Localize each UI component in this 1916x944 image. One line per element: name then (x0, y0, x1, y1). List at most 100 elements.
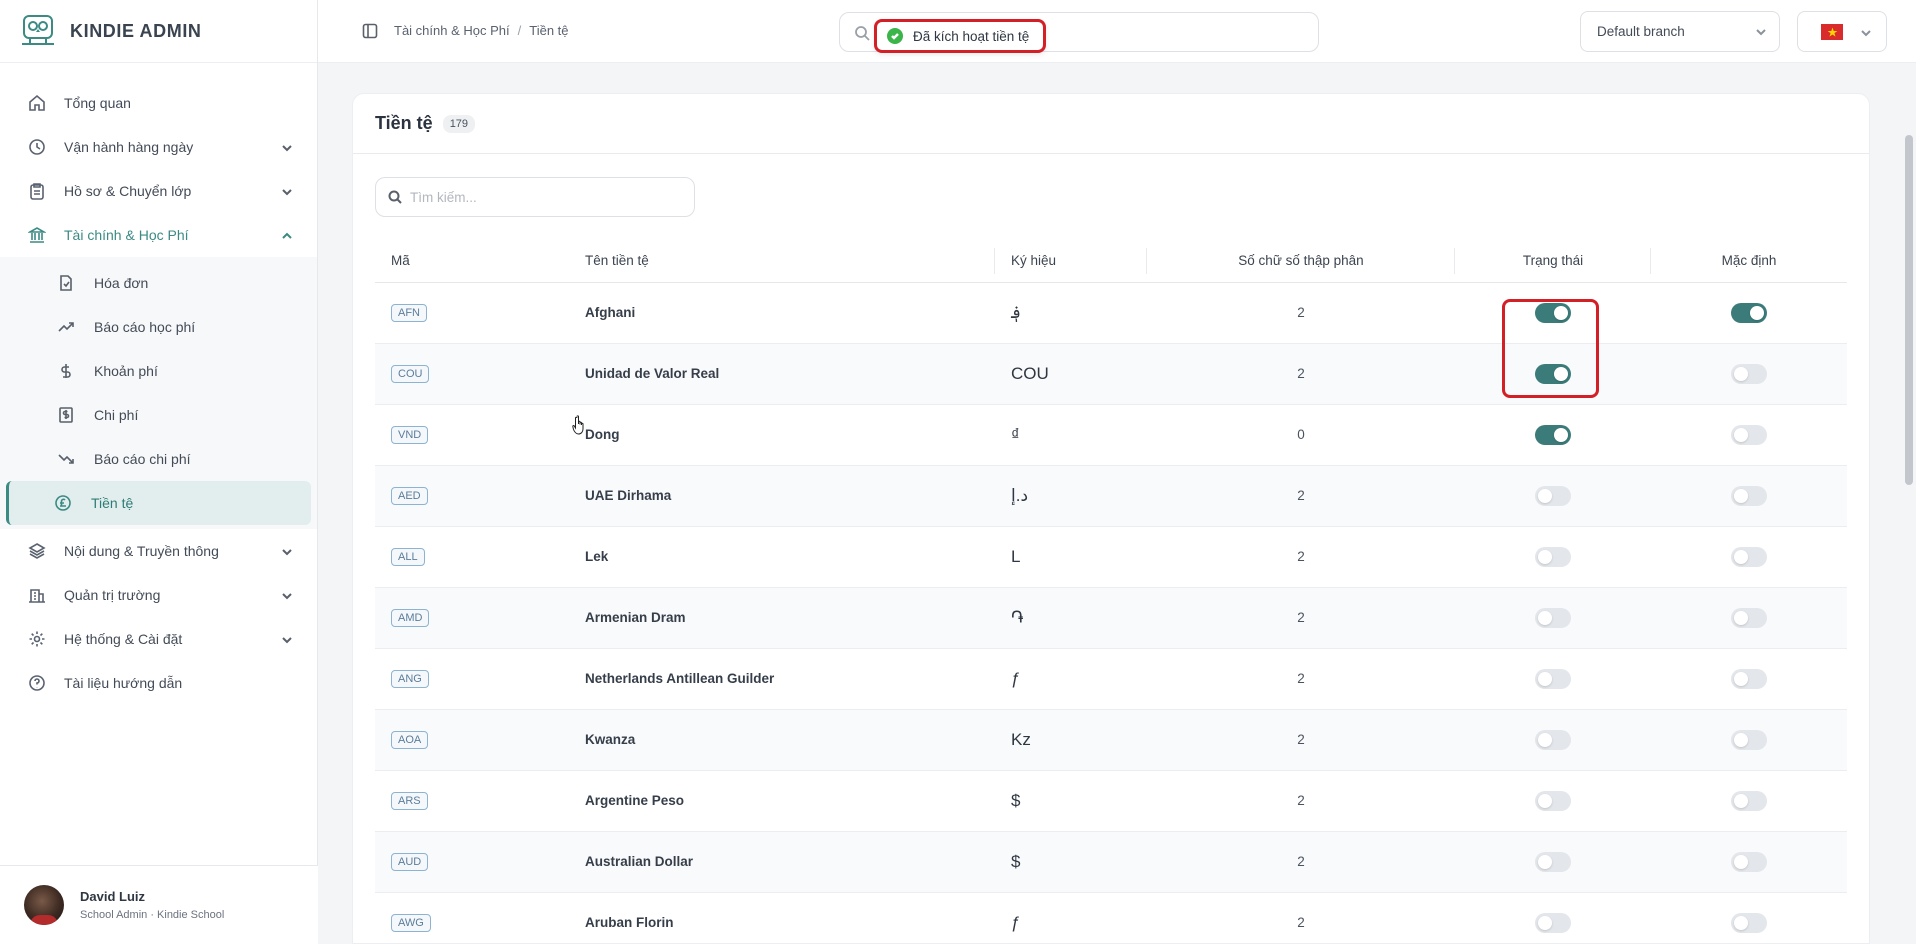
sidebar-item-invoices[interactable]: Hóa đơn (6, 261, 311, 305)
breadcrumb-separator: / (517, 23, 522, 38)
sidebar-item-overview[interactable]: Tổng quan (0, 81, 317, 125)
cell-decimals: 2 (1147, 465, 1455, 527)
status-toggle[interactable] (1535, 607, 1571, 628)
cell-status (1455, 587, 1651, 649)
cell-default (1651, 770, 1847, 832)
column-header-name[interactable]: Tên tiền tệ (569, 240, 995, 283)
cell-decimals: 2 (1147, 709, 1455, 771)
status-toggle[interactable] (1535, 363, 1571, 384)
default-toggle[interactable] (1731, 912, 1767, 933)
scrollbar-thumb[interactable] (1905, 135, 1913, 485)
table-row[interactable]: VND Dong ₫ 0 (375, 404, 1847, 466)
cell-name: Kwanza (569, 709, 995, 771)
sidebar-item-docs[interactable]: Tài liệu hướng dẫn (0, 661, 317, 705)
status-toggle[interactable] (1535, 729, 1571, 750)
trend-down-icon (58, 451, 74, 467)
search-icon (854, 25, 870, 41)
default-toggle[interactable] (1731, 607, 1767, 628)
column-header-label: Số chữ số thập phân (1238, 253, 1364, 269)
status-toggle[interactable] (1535, 485, 1571, 506)
cell-code: ALL (375, 526, 569, 588)
status-toggle[interactable] (1535, 546, 1571, 567)
status-toggle[interactable] (1535, 424, 1571, 445)
branch-select[interactable]: Default branch (1580, 11, 1780, 52)
column-header-status[interactable]: Trạng thái (1455, 240, 1651, 283)
sidebar-item-tuition-report[interactable]: Báo cáo học phí (6, 305, 311, 349)
breadcrumb-item-finance[interactable]: Tài chính & Học Phí (394, 23, 510, 38)
default-toggle[interactable] (1731, 729, 1767, 750)
default-toggle[interactable] (1731, 424, 1767, 445)
sidebar-item-label: Báo cáo học phí (94, 319, 196, 335)
sidebar-item-records[interactable]: Hồ sơ & Chuyển lớp (0, 169, 317, 213)
table-row[interactable]: AMD Armenian Dram ֏ 2 (375, 587, 1847, 649)
default-toggle[interactable] (1731, 790, 1767, 811)
sidebar-item-expenses[interactable]: Chi phí (6, 393, 311, 437)
cell-default (1651, 648, 1847, 710)
status-toggle[interactable] (1535, 851, 1571, 872)
sidebar-item-finance[interactable]: Tài chính & Học Phí (0, 213, 317, 257)
brand[interactable]: KINDIE ADMIN (0, 0, 317, 63)
table-row[interactable]: AWG Aruban Florin ƒ 2 (375, 892, 1847, 944)
table-row[interactable]: ALL Lek L 2 (375, 526, 1847, 588)
table-row[interactable]: AUD Australian Dollar $2 (375, 831, 1847, 893)
cell-symbol: Kz (995, 709, 1147, 771)
toast-message: Đã kích hoạt tiền tệ (913, 28, 1030, 44)
column-header-decimals[interactable]: Số chữ số thập phân (1147, 240, 1455, 283)
default-toggle[interactable] (1731, 851, 1767, 872)
bank-icon (28, 226, 46, 244)
clock-icon (28, 138, 46, 156)
sidebar-item-fees[interactable]: Khoản phí (6, 349, 311, 393)
default-toggle[interactable] (1731, 302, 1767, 323)
status-toggle[interactable] (1535, 668, 1571, 689)
sidebar-item-school-admin[interactable]: Quản trị trường (0, 573, 317, 617)
cell-name: Unidad de Valor Real (569, 343, 995, 405)
table-row[interactable]: AFN Afghani ؋ 2 (375, 282, 1847, 344)
cell-code: ANG (375, 648, 569, 710)
default-toggle[interactable] (1731, 485, 1767, 506)
status-toggle[interactable] (1535, 790, 1571, 811)
cell-name: Australian Dollar (569, 831, 995, 893)
table-row[interactable]: ARS Argentine Peso $2 (375, 770, 1847, 832)
sidebar-item-content[interactable]: Nội dung & Truyền thông (0, 529, 317, 573)
status-toggle[interactable] (1535, 302, 1571, 323)
card-header: Tiền tệ 179 (353, 94, 1869, 154)
language-select[interactable] (1797, 11, 1887, 52)
column-header-default[interactable]: Mặc định (1651, 240, 1847, 283)
scrollbar[interactable] (1902, 63, 1916, 944)
sidebar-item-system-settings[interactable]: Hệ thống & Cài đặt (0, 617, 317, 661)
cell-name: Argentine Peso (569, 770, 995, 832)
table-row[interactable]: ANG Netherlands Antillean Guilder ƒ 2 (375, 648, 1847, 710)
cell-symbol: ₫ (995, 404, 1147, 466)
sidebar-item-label: Hóa đơn (94, 275, 149, 291)
cell-decimals: 2 (1147, 282, 1455, 344)
search-input[interactable] (410, 189, 670, 205)
sidebar-item-expense-report[interactable]: Báo cáo chi phí (6, 437, 311, 481)
default-toggle[interactable] (1731, 363, 1767, 384)
cell-decimals: 0 (1147, 404, 1455, 466)
cell-status (1455, 343, 1651, 405)
table-search[interactable] (375, 177, 695, 217)
cell-default (1651, 282, 1847, 344)
column-header-symbol[interactable]: Ký hiệu (995, 240, 1147, 283)
table-row[interactable]: AED UAE Dirhama د.إ 2 (375, 465, 1847, 527)
cell-decimals: 2 (1147, 648, 1455, 710)
cell-symbol: ؋ (995, 282, 1147, 344)
currency-code-badge: AWG (391, 913, 431, 932)
sidebar-item-label: Nội dung & Truyền thông (64, 543, 219, 559)
table-row[interactable]: COU Unidad de Valor Real COU 2 (375, 343, 1847, 405)
sidebar-item-daily-operations[interactable]: Vận hành hàng ngày (0, 125, 317, 169)
sidebar-item-currency[interactable]: Tiền tệ (6, 481, 311, 525)
default-toggle[interactable] (1731, 546, 1767, 567)
currency-code-badge: ANG (391, 669, 429, 688)
user-profile[interactable]: David Luiz School Admin · Kindie School (0, 865, 318, 944)
status-toggle[interactable] (1535, 912, 1571, 933)
help-icon (28, 674, 46, 692)
table-row[interactable]: AOA Kwanza Kz 2 (375, 709, 1847, 771)
default-toggle[interactable] (1731, 668, 1767, 689)
cell-name: Netherlands Antillean Guilder (569, 648, 995, 710)
cell-decimals: 2 (1147, 526, 1455, 588)
column-header-code[interactable]: Mã (375, 240, 569, 283)
sidebar-toggle-icon[interactable] (362, 23, 378, 39)
cell-symbol: ֏ (995, 587, 1147, 649)
layers-icon (28, 542, 46, 560)
